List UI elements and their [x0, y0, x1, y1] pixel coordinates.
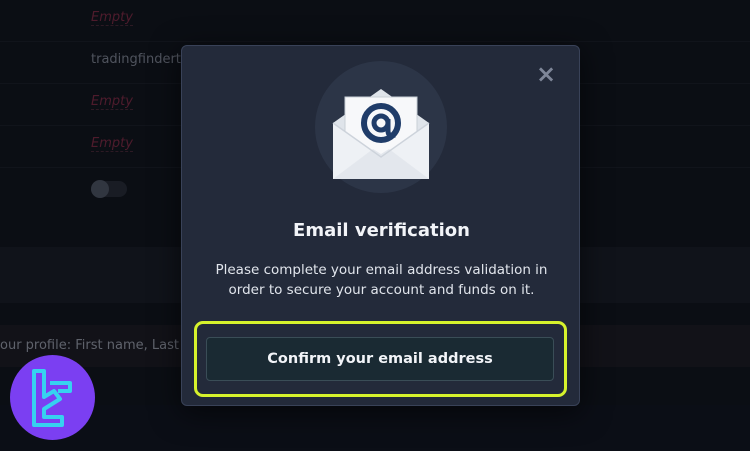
- modal-title: Email verification: [293, 220, 470, 241]
- close-icon[interactable]: ×: [535, 62, 557, 86]
- modal-description: Please complete your email address valid…: [215, 262, 548, 298]
- email-envelope-icon: [315, 61, 447, 193]
- tradingfinder-logo-icon: [10, 355, 95, 440]
- confirm-email-button[interactable]: Confirm your email address: [206, 337, 554, 381]
